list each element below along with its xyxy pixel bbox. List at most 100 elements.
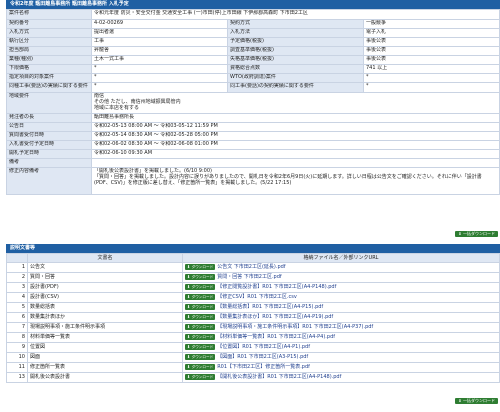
- info-row: 開札予定日時 令和02-06-10 09:30 AM: [6, 149, 500, 159]
- doc-file-link[interactable]: 【開札後公表設計書】R01 下市田2工区(A4-P148).pdf: [217, 374, 341, 380]
- download-button[interactable]: ⬇ ダウンロード: [185, 263, 216, 270]
- info-row: 質問書受付日時 令和02-05-14 08:30 AM ～ 令和02-05-28 …: [6, 131, 500, 141]
- doc-number: 10: [6, 352, 28, 363]
- doc-row: 3 設計書(PDF) ⬇ ダウンロード 【修正閲覧設計書】R01 下市田2工区(A4-…: [6, 282, 500, 293]
- info-row: 契約番号 4-02-00269 契約方式 一般競争: [6, 19, 500, 29]
- doc-name: 開札後公表設計書: [27, 372, 183, 383]
- download-button[interactable]: ⬇ ダウンロード: [185, 353, 216, 360]
- doc-file-cell: ⬇ ダウンロード 【数量集計表ほか】R01 下市田2工区(A4-P19).pdf: [182, 312, 500, 323]
- bulk-download-button-bottom[interactable]: ⬇ 一括ダウンロード: [455, 398, 498, 404]
- info-label-secondary: 同工事(要話)の契約実績に関する要件: [227, 82, 364, 93]
- info-value: 「開札後公表設計書」を掲載しました。(6/10 9:00) 「質問・回答」を掲載…: [91, 167, 500, 195]
- info-row: 執行区分 工事 予定価格(税抜) 事後公表: [6, 37, 500, 47]
- info-row: 案件名称 令和元年度 防災・安全交付金 交通安全工事 (一)市田(停)上市田線 下…: [6, 9, 500, 20]
- download-label: ダウンロード: [191, 334, 214, 339]
- info-value-secondary: 一般競争: [363, 19, 500, 29]
- doc-file-link[interactable]: R01【下市田2工区】修正箇所一覧表.pdf: [217, 364, 310, 370]
- download-button[interactable]: ⬇ ダウンロード: [185, 273, 216, 280]
- info-label: 入札書受付予定日時: [6, 140, 92, 150]
- doc-row: 1 公告文 ⬇ ダウンロード 公告文 下市田2工区(延長).pdf: [6, 262, 500, 273]
- doc-file-link[interactable]: 【図面】R01 下市田2工区(A3-P15).pdf: [217, 354, 308, 360]
- info-label-secondary: 資格総合点数: [227, 64, 364, 74]
- info-label: 担当部局: [6, 46, 92, 56]
- download-button[interactable]: ⬇ ダウンロード: [185, 363, 216, 370]
- download-button[interactable]: ⬇ ダウンロード: [185, 343, 216, 350]
- doc-file-link[interactable]: 【数量集計表ほか】R01 下市田2工区(A4-P19).pdf: [217, 314, 333, 320]
- info-label-secondary: WTO(政府調達)案件: [227, 73, 364, 83]
- info-value: 4-02-00269: [91, 19, 228, 29]
- info-value: 令和02-05-13 08:00 AM ～ 令和03-05-12 11:59 P…: [91, 122, 500, 132]
- docs-table: 文書名 格納ファイル名／外部リンクURL 1 公告文 ⬇ ダウンロード 公告文 下市田…: [6, 253, 500, 383]
- doc-file-cell: ⬇ ダウンロード 【修正CSV】R01 下市田2工区.csv: [182, 292, 500, 303]
- doc-row: 8 材料単価等一覧表 ⬇ ダウンロード 【材料単価等一覧表】R01 下市田2工区(A4…: [6, 332, 500, 343]
- info-value: 令和02-06-02 08:30 AM ～ 令和02-06-08 01:00 P…: [91, 140, 500, 150]
- download-button[interactable]: ⬇ ダウンロード: [185, 333, 216, 340]
- info-value: 南信 その他 ただし、南信州地域振興局管内 地域に本店を有する: [91, 92, 500, 114]
- info-label: 執行区分: [6, 37, 92, 47]
- info-row: 修正内容備考 「開札後公表設計書」を掲載しました。(6/10 9:00) 「質問・…: [6, 167, 500, 195]
- doc-name: 設計書(CSV): [27, 292, 183, 303]
- doc-name: 修正箇所一覧表: [27, 362, 183, 373]
- doc-file-link[interactable]: 【修正CSV】R01 下市田2工区.csv: [217, 294, 297, 300]
- info-label: 公告日: [6, 122, 92, 132]
- download-button[interactable]: ⬇ ダウンロード: [185, 373, 216, 380]
- info-label: 案件名称: [6, 9, 92, 20]
- doc-file-link[interactable]: 質問・回答 下市田2工区.pdf: [217, 274, 281, 280]
- info-label: 下限価格: [6, 64, 92, 74]
- doc-name: 材料単価等一覧表: [27, 332, 183, 343]
- download-label: ダウンロード: [191, 274, 214, 279]
- doc-name: 公告文: [27, 262, 183, 273]
- download-label: ダウンロード: [191, 264, 214, 269]
- doc-row: 11 修正箇所一覧表 ⬇ ダウンロード R01【下市田2工区】修正箇所一覧表.pdf: [6, 362, 500, 373]
- info-label: 開札予定日時: [6, 149, 92, 159]
- download-button[interactable]: ⬇ ダウンロード: [185, 323, 216, 330]
- doc-file-link[interactable]: 【位置図】R01 下市田2工区(A4-P1).pdf: [217, 344, 310, 350]
- doc-number: 8: [6, 332, 28, 343]
- col-no: [6, 253, 28, 263]
- info-value-secondary: 電子入札: [363, 28, 500, 38]
- page-header: 令和2年度 甑田離島事務所 甑田離島事務所 入札予定: [6, 0, 500, 9]
- info-value: 昇龍舎: [91, 46, 228, 56]
- info-value: 土木一式工事: [91, 55, 228, 65]
- doc-number: 9: [6, 342, 28, 353]
- download-button[interactable]: ⬇ ダウンロード: [185, 313, 216, 320]
- download-label: ダウンロード: [191, 304, 214, 309]
- info-row: 下限価格 * 資格総合点数 741 以上: [6, 64, 500, 74]
- doc-file-cell: ⬇ ダウンロード 質問・回答 下市田2工区.pdf: [182, 272, 500, 283]
- info-label: 修正内容備考: [6, 167, 92, 195]
- doc-file-link[interactable]: 【修正閲覧設計書】R01 下市田2工区(A4-P148).pdf: [217, 284, 336, 290]
- info-row: 同種工事(要話)の実績に関する要件 * 同工事(要話)の契約実績に関する要件 *: [6, 82, 500, 93]
- col-file: 格納ファイル名／外部リンクURL: [182, 253, 500, 263]
- info-row: 公告日 令和02-05-13 08:00 AM ～ 令和03-05-12 11:5…: [6, 122, 500, 132]
- download-button[interactable]: ⬇ ダウンロード: [185, 293, 216, 300]
- info-label: 指定項目的対象案件: [6, 73, 92, 83]
- doc-file-link[interactable]: 【現場説明事項・施工条件明示事項】R01 下市田2工区(A4-P37).pdf: [217, 324, 373, 330]
- doc-row: 4 設計書(CSV) ⬇ ダウンロード 【修正CSV】R01 下市田2工区.csv: [6, 292, 500, 303]
- info-value: 令和02-05-14 08:30 AM ～ 令和02-05-28 05:00 P…: [91, 131, 500, 141]
- doc-number: 2: [6, 272, 28, 283]
- info-row: 担当部局 昇龍舎 調査基準価格(税抜) 事後公表: [6, 46, 500, 56]
- doc-number: 11: [6, 362, 28, 373]
- download-label: ダウンロード: [191, 284, 214, 289]
- doc-file-link[interactable]: 公告文 下市田2工区(延長).pdf: [217, 264, 285, 270]
- info-label-secondary: 入札方法: [227, 28, 364, 38]
- col-doc-name: 文書名: [27, 253, 183, 263]
- doc-file-link[interactable]: 【材料単価等一覧表】R01 下市田2工区(A4-P4).pdf: [217, 334, 335, 340]
- info-row: 発注者の長 甑田離島事務所長: [6, 113, 500, 123]
- doc-number: 1: [6, 262, 28, 273]
- info-value-secondary: 741 以上: [363, 64, 500, 74]
- doc-row: 5 数量総括表 ⬇ ダウンロード 【数量総括表】R01 下市田2工区(A4-P15).…: [6, 302, 500, 313]
- bulk-download-button-top[interactable]: ⬇ 一括ダウンロード: [455, 231, 498, 237]
- info-value-secondary: *: [363, 82, 500, 93]
- doc-file-cell: ⬇ ダウンロード 【数量総括表】R01 下市田2工区(A4-P15).pdf: [182, 302, 500, 313]
- doc-row: 13 開札後公表設計書 ⬇ ダウンロード 【開札後公表設計書】R01 下市田2工区(A…: [6, 372, 500, 383]
- download-button[interactable]: ⬇ ダウンロード: [185, 283, 216, 290]
- info-label: 発注者の長: [6, 113, 92, 123]
- info-row: 備考: [6, 158, 500, 168]
- doc-file-link[interactable]: 【数量総括表】R01 下市田2工区(A4-P15).pdf: [217, 304, 323, 310]
- info-row: 入札書受付予定日時 令和02-06-02 08:30 AM ～ 令和02-06-0…: [6, 140, 500, 150]
- info-label: 同種工事(要話)の実績に関する要件: [6, 82, 92, 93]
- info-value: 工事: [91, 37, 228, 47]
- download-button[interactable]: ⬇ ダウンロード: [185, 303, 216, 310]
- info-value: 提出者選: [91, 28, 228, 38]
